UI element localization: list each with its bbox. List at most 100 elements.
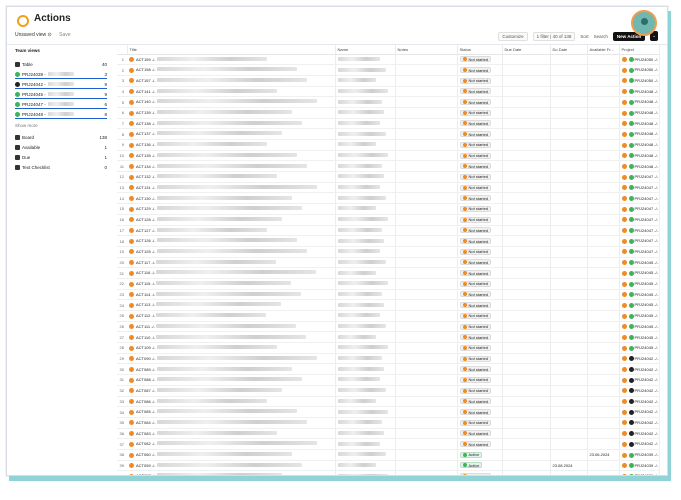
table-row[interactable]: 4 ACT141 -/- Not started PRJ24048 -/- <box>117 86 660 98</box>
cell-do-date[interactable] <box>550 470 588 475</box>
status-badge[interactable]: Not started <box>459 419 492 426</box>
cell-notes[interactable] <box>395 235 458 247</box>
cell-name[interactable] <box>335 257 396 269</box>
table-row[interactable]: 40 ACT057 -/- Not started PRJ24039 -/- <box>117 470 660 475</box>
cell-status[interactable]: Not started <box>457 428 503 440</box>
status-badge[interactable]: Not started <box>459 99 492 106</box>
cell-do-date[interactable] <box>550 246 588 258</box>
sidebar-item-project[interactable]: PRJ24042 - 9 <box>15 79 107 89</box>
table-row[interactable]: 15 ACT129 -/- Not started PRJ24047 -/- <box>117 203 660 215</box>
cell-due-date[interactable] <box>502 257 551 269</box>
cell-project[interactable]: PRJ24047 -/- <box>619 246 660 258</box>
cell-status[interactable]: Active <box>457 449 503 461</box>
cell-project[interactable]: PRJ24048 -/- <box>619 139 660 151</box>
cell-status[interactable]: Not started <box>457 203 503 215</box>
status-badge[interactable]: Not started <box>459 141 492 148</box>
cell-title[interactable]: ACT141 -/- <box>127 86 336 98</box>
cell-available-from[interactable] <box>587 64 620 76</box>
status-badge[interactable]: Not started <box>459 109 492 116</box>
cell-name[interactable] <box>335 385 396 397</box>
cell-do-date[interactable] <box>550 96 588 108</box>
cell-title[interactable]: ACT130 -/- <box>127 192 336 205</box>
cell-status[interactable]: Not started <box>457 321 503 333</box>
status-badge[interactable]: Not started <box>459 366 492 373</box>
sidebar-item-project[interactable]: PRJ24039 - 3 <box>15 69 107 79</box>
cell-title[interactable]: ACT109 -/- <box>127 342 336 354</box>
table-row[interactable]: 22 ACT115 -/- Not started PRJ24045 -/- <box>117 278 660 290</box>
cell-available-from[interactable] <box>587 118 620 130</box>
status-badge[interactable]: Not started <box>459 291 492 298</box>
cell-name[interactable] <box>335 321 396 333</box>
cell-due-date[interactable] <box>502 225 551 237</box>
cell-name[interactable] <box>335 342 396 354</box>
cell-project[interactable]: PRJ24042 -/- <box>619 353 660 365</box>
status-badge[interactable]: Not started <box>459 344 492 351</box>
cell-name[interactable] <box>335 406 396 418</box>
cell-title[interactable]: ACT083 -/- <box>127 428 336 440</box>
table-row[interactable]: 27 ACT110 -/- Not started PRJ24045 -/- <box>117 331 660 344</box>
cell-project[interactable]: PRJ24042 -/- <box>619 438 660 450</box>
cell-status[interactable]: Not started <box>457 214 503 226</box>
cell-project[interactable]: PRJ24042 -/- <box>619 417 660 429</box>
cell-project[interactable]: PRJ24042 -/- <box>619 363 660 376</box>
cell-notes[interactable] <box>395 470 458 475</box>
cell-available-from[interactable] <box>587 417 620 429</box>
cell-available-from[interactable] <box>587 139 620 151</box>
status-badge[interactable]: Not started <box>459 280 492 287</box>
cell-do-date[interactable] <box>550 342 588 354</box>
cell-project[interactable]: PRJ24039 -/- <box>619 449 660 461</box>
column-header-project[interactable]: Project <box>619 45 660 55</box>
cell-notes[interactable] <box>395 438 458 450</box>
cell-name[interactable] <box>335 470 396 475</box>
cell-due-date[interactable] <box>502 171 551 183</box>
table-row[interactable]: 23 ACT114 -/- Not started PRJ24045 -/- <box>117 289 660 301</box>
cell-name[interactable] <box>335 225 396 237</box>
cell-title[interactable]: ACT090 -/- <box>127 353 336 365</box>
cell-project[interactable]: PRJ24042 -/- <box>619 385 660 397</box>
cell-title[interactable]: ACT136 -/- <box>127 139 336 151</box>
cell-name[interactable] <box>335 64 396 76</box>
cell-name[interactable] <box>335 299 396 311</box>
cell-due-date[interactable] <box>502 353 551 365</box>
cell-title[interactable]: ACT089 -/- <box>127 363 336 376</box>
cell-do-date[interactable] <box>550 363 588 376</box>
sort-button[interactable]: Sort <box>580 34 588 39</box>
column-header-due-date[interactable]: Due Date <box>502 45 551 55</box>
table-row[interactable]: 7 ACT138 -/- Not started PRJ24048 -/- <box>117 118 660 130</box>
cell-project[interactable]: PRJ24047 -/- <box>619 171 660 183</box>
cell-do-date[interactable] <box>550 278 588 290</box>
cell-project[interactable]: PRJ24048 -/- <box>619 150 660 162</box>
cell-status[interactable]: Not started <box>457 96 503 108</box>
cell-due-date[interactable] <box>502 182 551 194</box>
cell-notes[interactable] <box>395 192 458 205</box>
cell-available-from[interactable] <box>587 171 620 183</box>
cell-title[interactable]: ACT125 -/- <box>127 246 336 258</box>
cell-name[interactable] <box>335 278 396 290</box>
cell-project[interactable]: PRJ24050 -/- <box>619 64 660 76</box>
cell-title[interactable]: ACT087 -/- <box>127 385 336 397</box>
table-row[interactable]: 32 ACT087 -/- Not started PRJ24042 -/- <box>117 385 660 397</box>
cell-name[interactable] <box>335 310 396 322</box>
sidebar-item-project[interactable]: PRJ24047 - 6 <box>15 99 107 109</box>
table-row[interactable]: 38 ACT060 -/- Active 23.06.2024 PRJ24039 -/… <box>117 449 660 461</box>
cell-due-date[interactable] <box>502 203 551 215</box>
cell-status[interactable]: Not started <box>457 225 503 237</box>
cell-status[interactable]: Not started <box>457 363 503 376</box>
cell-available-from[interactable] <box>587 182 620 194</box>
status-badge[interactable]: Not started <box>459 173 492 180</box>
cell-name[interactable] <box>335 86 396 98</box>
cell-do-date[interactable] <box>550 214 588 226</box>
cell-due-date[interactable] <box>502 417 551 429</box>
cell-do-date[interactable] <box>550 139 588 151</box>
cell-title[interactable]: ACT132 -/- <box>127 171 336 183</box>
status-badge[interactable]: Not started <box>459 355 492 362</box>
cell-do-date[interactable] <box>550 267 588 279</box>
cell-notes[interactable] <box>395 289 458 301</box>
cell-notes[interactable] <box>395 171 458 183</box>
table-row[interactable]: 24 ACT113 -/- Not started PRJ24045 -/- <box>117 299 660 311</box>
cell-do-date[interactable] <box>550 54 588 66</box>
table-row[interactable]: 35 ACT084 -/- Not started PRJ24042 -/- <box>117 417 660 429</box>
cell-name[interactable] <box>335 182 396 194</box>
cell-name[interactable] <box>335 235 396 247</box>
table-row[interactable]: 10 ACT135 -/- Not started PRJ24048 -/- <box>117 150 660 162</box>
